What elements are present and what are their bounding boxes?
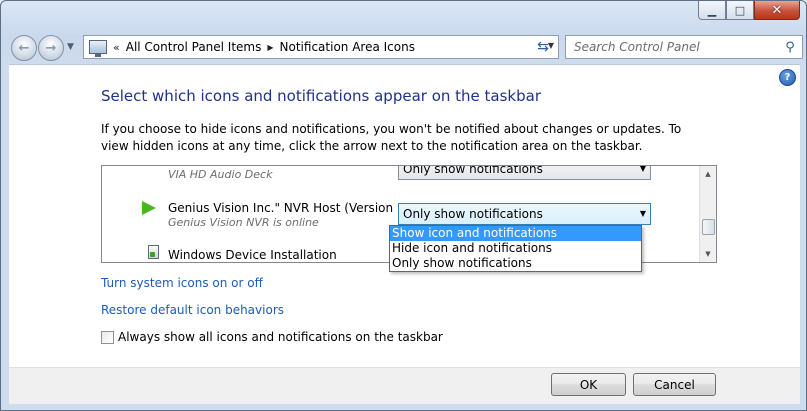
scroll-up-icon[interactable]: ▲ <box>700 166 716 182</box>
option-hide-icon-and-notifications[interactable]: Hide icon and notifications <box>390 241 641 256</box>
list-item-sub: Genius Vision NVR is online <box>168 216 319 229</box>
navigation-bar: ← → ▼ « All Control Panel Items ▶ Notifi… <box>9 34 803 61</box>
breadcrumb-notification-area-icons[interactable]: Notification Area Icons <box>280 40 415 54</box>
behavior-select-value: Only show notifications <box>403 165 543 176</box>
forward-arrow-icon: → <box>45 40 57 56</box>
list-scrollbar[interactable]: ▲ ▼ <box>699 166 716 262</box>
option-only-show-notifications[interactable]: Only show notifications <box>390 256 641 271</box>
behavior-dropdown-list[interactable]: Show icon and notifications Hide icon an… <box>389 225 642 272</box>
content-pane: ? Select which icons and notifications a… <box>9 64 800 367</box>
chevron-down-icon: ▼ <box>67 42 74 52</box>
back-arrow-icon: ← <box>18 40 30 56</box>
recent-pages-dropdown[interactable]: ▼ <box>67 42 74 52</box>
refresh-button[interactable]: ⇆ <box>531 35 555 59</box>
minimize-icon: ▁ <box>707 3 717 17</box>
back-button[interactable]: ← <box>11 35 37 61</box>
scrollbar-thumb[interactable] <box>702 219 715 235</box>
behavior-select-via-hd-audio[interactable]: Only show notifications ▼ <box>398 165 651 180</box>
chevron-down-icon: ▼ <box>639 209 646 218</box>
help-icon[interactable]: ? <box>779 69 796 86</box>
breadcrumb-separator-icon[interactable]: ▶ <box>267 43 273 52</box>
always-show-checkbox[interactable] <box>101 330 114 344</box>
caption-buttons: ▁ □ ✕ <box>698 1 800 20</box>
address-chevron[interactable]: « <box>113 41 120 54</box>
turn-system-icons-link[interactable]: Turn system icons on or off <box>101 276 263 290</box>
search-box[interactable]: ⚲ <box>565 35 803 59</box>
behavior-select-genius-vision[interactable]: Only show notifications ▼ <box>398 203 651 225</box>
list-item-name: Genius Vision Inc." NVR Host (Version ..… <box>168 201 409 215</box>
search-icon[interactable]: ⚲ <box>782 40 798 55</box>
list-item-name: Windows Device Installation <box>168 248 337 262</box>
scroll-down-icon[interactable]: ▼ <box>700 246 716 262</box>
cancel-button[interactable]: Cancel <box>633 373 716 396</box>
search-input[interactable] <box>572 39 782 55</box>
chevron-down-icon: ▼ <box>639 165 646 173</box>
address-bar[interactable]: « All Control Panel Items ▶ Notification… <box>83 35 559 59</box>
dialog-footer: OK Cancel <box>9 367 800 404</box>
control-panel-icon <box>89 40 107 57</box>
breadcrumb-all-items[interactable]: All Control Panel Items <box>126 40 262 54</box>
list-item-sub: VIA HD Audio Deck <box>168 168 273 181</box>
device-installation-icon <box>148 245 159 259</box>
behavior-select-value: Only show notifications <box>403 207 543 221</box>
option-show-icon-and-notifications[interactable]: Show icon and notifications <box>390 226 641 241</box>
refresh-icon: ⇆ <box>537 39 549 55</box>
window-frame: ▁ □ ✕ ← → ▼ « All Control Panel Items ▶ … <box>0 0 807 411</box>
forward-button[interactable]: → <box>38 35 64 61</box>
genius-vision-play-icon <box>142 201 156 215</box>
close-icon: ✕ <box>771 2 783 18</box>
always-show-label[interactable]: Always show all icons and notifications … <box>118 330 443 344</box>
minimize-button[interactable]: ▁ <box>698 1 726 20</box>
maximize-icon: □ <box>734 3 746 17</box>
page-title: Select which icons and notifications app… <box>101 87 541 105</box>
restore-defaults-link[interactable]: Restore default icon behaviors <box>101 303 284 317</box>
close-button[interactable]: ✕ <box>754 1 800 20</box>
always-show-row[interactable]: Always show all icons and notifications … <box>101 330 443 344</box>
page-description: If you choose to hide icons and notifica… <box>101 122 682 153</box>
maximize-button[interactable]: □ <box>726 1 754 20</box>
ok-button[interactable]: OK <box>551 373 626 396</box>
